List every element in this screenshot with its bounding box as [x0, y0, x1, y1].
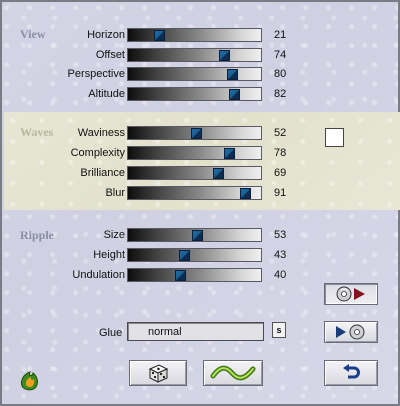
slider-thumb[interactable]: [153, 30, 165, 41]
slider-value: 43: [274, 249, 287, 261]
slider-value: 52: [274, 127, 287, 139]
slider-row-complexity: Complexity 78: [2, 146, 400, 162]
slider-thumb[interactable]: [178, 250, 190, 261]
slider-label: Height: [93, 249, 125, 261]
slider-row-perspective: Perspective 80: [2, 67, 400, 83]
slider-thumb[interactable]: [226, 69, 238, 80]
glue-label: Glue: [99, 327, 123, 339]
waviness-slider[interactable]: [127, 126, 262, 140]
blur-slider[interactable]: [127, 186, 262, 200]
slider-row-blur: Blur 91: [2, 186, 400, 202]
slider-row-brilliance: Brilliance 69: [2, 166, 400, 182]
slider-thumb[interactable]: [192, 230, 204, 241]
slider-label: Blur: [105, 187, 125, 199]
horizon-slider[interactable]: [127, 28, 262, 42]
slider-value: 53: [274, 229, 287, 241]
slider-label: Size: [103, 229, 125, 241]
slider-thumb[interactable]: [190, 128, 202, 139]
randomize-button[interactable]: [129, 360, 187, 386]
slider-label: Perspective: [67, 68, 125, 80]
slider-label: Undulation: [72, 269, 125, 281]
filter-dialog: View Waves Ripple Horizon 21 Offset 74 P…: [0, 0, 400, 406]
cd-play-icon: [336, 286, 365, 302]
wave-icon: [210, 365, 256, 381]
forward-cd-button[interactable]: [324, 321, 378, 343]
slider-thumb[interactable]: [213, 168, 225, 179]
wave-reset-button[interactable]: [203, 360, 263, 386]
slider-value: 40: [274, 269, 287, 281]
slider-row-size: Size 53: [2, 228, 400, 244]
slider-value: 82: [274, 88, 287, 100]
white-swatch[interactable]: [325, 128, 344, 147]
slider-value: 69: [274, 167, 287, 179]
undulation-slider[interactable]: [127, 268, 262, 282]
slider-value: 21: [274, 29, 287, 41]
slider-thumb[interactable]: [240, 188, 252, 199]
undo-arrow-icon: [343, 364, 360, 379]
slider-label: Complexity: [70, 147, 125, 159]
slider-value: 91: [274, 187, 287, 199]
height-slider[interactable]: [127, 248, 262, 262]
slider-label: Brilliance: [80, 167, 125, 179]
slider-value: 78: [274, 147, 287, 159]
slider-label: Horizon: [87, 29, 125, 41]
undo-button[interactable]: [324, 360, 378, 386]
slider-row-height: Height 43: [2, 248, 400, 264]
glue-s-button[interactable]: s: [272, 322, 286, 338]
slider-row-offset: Offset 74: [2, 48, 400, 64]
slider-row-altitude: Altitude 82: [2, 87, 400, 103]
slider-label: Altitude: [88, 88, 125, 100]
slider-label: Waviness: [77, 127, 125, 139]
dice-icon: [148, 364, 169, 383]
play-cd-button[interactable]: [324, 283, 378, 305]
play-cd-icon: [336, 324, 365, 340]
offset-slider[interactable]: [127, 48, 262, 62]
size-slider[interactable]: [127, 228, 262, 242]
slider-thumb[interactable]: [218, 50, 230, 61]
slider-value: 74: [274, 49, 287, 61]
slider-row-undulation: Undulation 40: [2, 268, 400, 284]
altitude-slider[interactable]: [127, 87, 262, 101]
slider-label: Offset: [95, 49, 125, 61]
flame-leaf-logo: [21, 371, 38, 391]
slider-thumb[interactable]: [229, 89, 241, 100]
slider-thumb[interactable]: [174, 270, 186, 281]
slider-row-horizon: Horizon 21: [2, 28, 400, 44]
glue-select[interactable]: normal: [127, 322, 264, 341]
complexity-slider[interactable]: [127, 146, 262, 160]
slider-value: 80: [274, 68, 287, 80]
brilliance-slider[interactable]: [127, 166, 262, 180]
perspective-slider[interactable]: [127, 67, 262, 81]
slider-thumb[interactable]: [224, 148, 236, 159]
